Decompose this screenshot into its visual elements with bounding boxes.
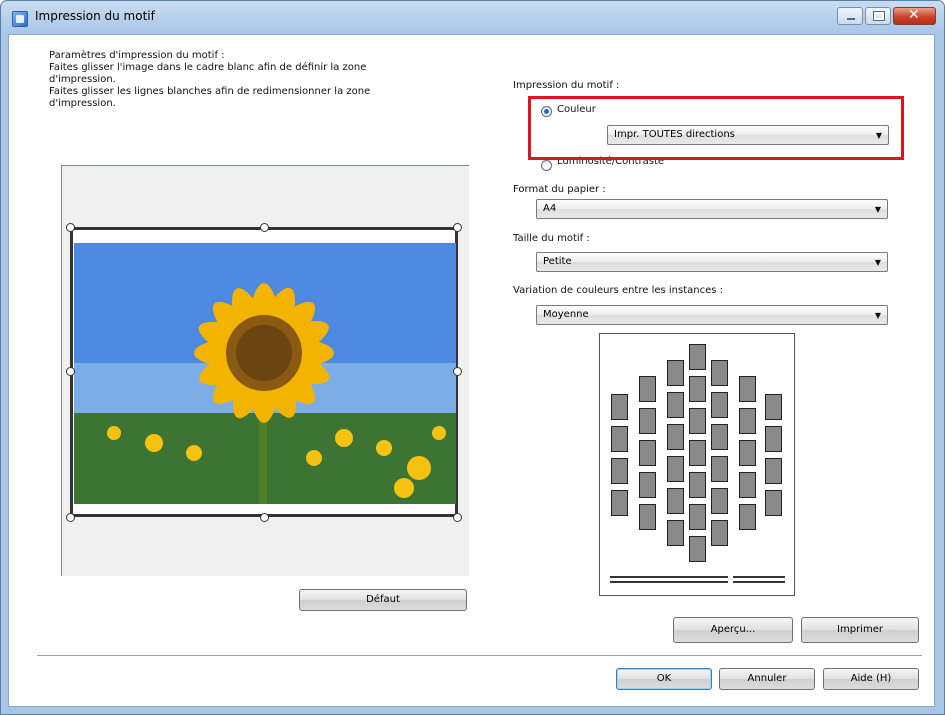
chevron-down-icon: ▼ [874, 205, 881, 214]
pattern-tile [639, 440, 656, 466]
pattern-tile [711, 488, 728, 514]
ok-button[interactable]: OK [616, 668, 712, 690]
preview-button[interactable]: Aperçu... [673, 617, 793, 643]
paper-line [610, 581, 728, 583]
pattern-tile [689, 472, 706, 498]
separator-line [37, 655, 922, 657]
paper-format-label: Format du papier : [513, 184, 606, 195]
pattern-tile [711, 456, 728, 482]
pattern-size-select[interactable]: Petite ▼ [536, 252, 888, 272]
caption-buttons: ✕ [837, 7, 936, 25]
pattern-tile [611, 458, 628, 484]
resize-handle-top[interactable] [260, 223, 269, 232]
pattern-tile [739, 472, 756, 498]
resize-handle-top-left[interactable] [66, 223, 75, 232]
pattern-tile [711, 392, 728, 418]
paper-format-value: A4 [543, 203, 557, 214]
pattern-tile [611, 426, 628, 452]
paper-line [733, 576, 785, 578]
default-button[interactable]: Défaut [299, 589, 467, 611]
cancel-button[interactable]: Annuler [719, 668, 815, 690]
close-icon: ✕ [908, 7, 920, 23]
pattern-tile [667, 424, 684, 450]
luminosite-radio[interactable] [541, 160, 552, 171]
paper-format-select[interactable]: A4 ▼ [536, 199, 888, 219]
pattern-tile [739, 376, 756, 402]
pattern-size-label: Taille du motif : [513, 233, 590, 244]
pattern-tile [611, 394, 628, 420]
maximize-icon [873, 11, 885, 21]
color-variation-select[interactable]: Moyenne ▼ [536, 305, 888, 325]
minimize-button[interactable] [837, 7, 863, 25]
instruction-line: d'impression. [49, 98, 116, 109]
app-icon [12, 11, 28, 27]
help-button[interactable]: Aide (H) [823, 668, 919, 690]
pattern-tile [689, 376, 706, 402]
color-variation-value: Moyenne [543, 309, 589, 320]
pattern-tile [689, 408, 706, 434]
instruction-line: Faites glisser les lignes blanches afin … [49, 86, 371, 97]
pattern-tile [667, 360, 684, 386]
pattern-tile [689, 536, 706, 562]
minimize-icon [847, 18, 855, 20]
impression-label: Impression du motif : [513, 80, 620, 91]
instruction-line: Paramètres d'impression du motif : [49, 50, 225, 61]
pattern-tile [739, 504, 756, 530]
pattern-tile [667, 392, 684, 418]
pattern-tile [765, 426, 782, 452]
pattern-tile [639, 504, 656, 530]
resize-handle-bottom-left[interactable] [66, 513, 75, 522]
resize-handle-top-right[interactable] [453, 223, 462, 232]
pattern-size-value: Petite [543, 256, 572, 267]
pattern-tile [765, 490, 782, 516]
pattern-tile [689, 440, 706, 466]
sunflower-photo[interactable] [74, 243, 456, 504]
instruction-line: d'impression. [49, 74, 116, 85]
pattern-tile [765, 458, 782, 484]
resize-handle-bottom[interactable] [260, 513, 269, 522]
paper-line [610, 576, 728, 578]
pattern-tile [639, 472, 656, 498]
pattern-tile [667, 520, 684, 546]
pattern-tile [689, 504, 706, 530]
close-button[interactable]: ✕ [893, 7, 936, 25]
pattern-tile [765, 394, 782, 420]
print-button[interactable]: Imprimer [801, 617, 919, 643]
resize-handle-right[interactable] [453, 367, 462, 376]
window-title: Impression du motif [35, 9, 155, 23]
chevron-down-icon: ▼ [874, 258, 881, 267]
pattern-tile [639, 376, 656, 402]
chevron-down-icon: ▼ [874, 311, 881, 320]
pattern-tile [667, 456, 684, 482]
color-variation-label: Variation de couleurs entre les instance… [513, 285, 724, 296]
sunflower-image [74, 243, 456, 504]
resize-handle-bottom-right[interactable] [453, 513, 462, 522]
instructions-text: Paramètres d'impression du motif : Faite… [49, 50, 469, 110]
pattern-tile [689, 344, 706, 370]
title-bar[interactable]: Impression du motif ✕ [1, 1, 944, 35]
pattern-tile [611, 490, 628, 516]
pattern-tile [711, 360, 728, 386]
pattern-tile [639, 408, 656, 434]
pattern-tile [739, 408, 756, 434]
pattern-tile [711, 424, 728, 450]
resize-handle-left[interactable] [66, 367, 75, 376]
maximize-button[interactable] [865, 7, 891, 25]
highlight-annotation [528, 96, 904, 160]
pattern-layout-preview [599, 333, 795, 596]
pattern-tile [667, 488, 684, 514]
instruction-line: Faites glisser l'image dans le cadre bla… [49, 62, 367, 73]
paper-line [733, 581, 785, 583]
pattern-tile [711, 520, 728, 546]
pattern-tile [739, 440, 756, 466]
